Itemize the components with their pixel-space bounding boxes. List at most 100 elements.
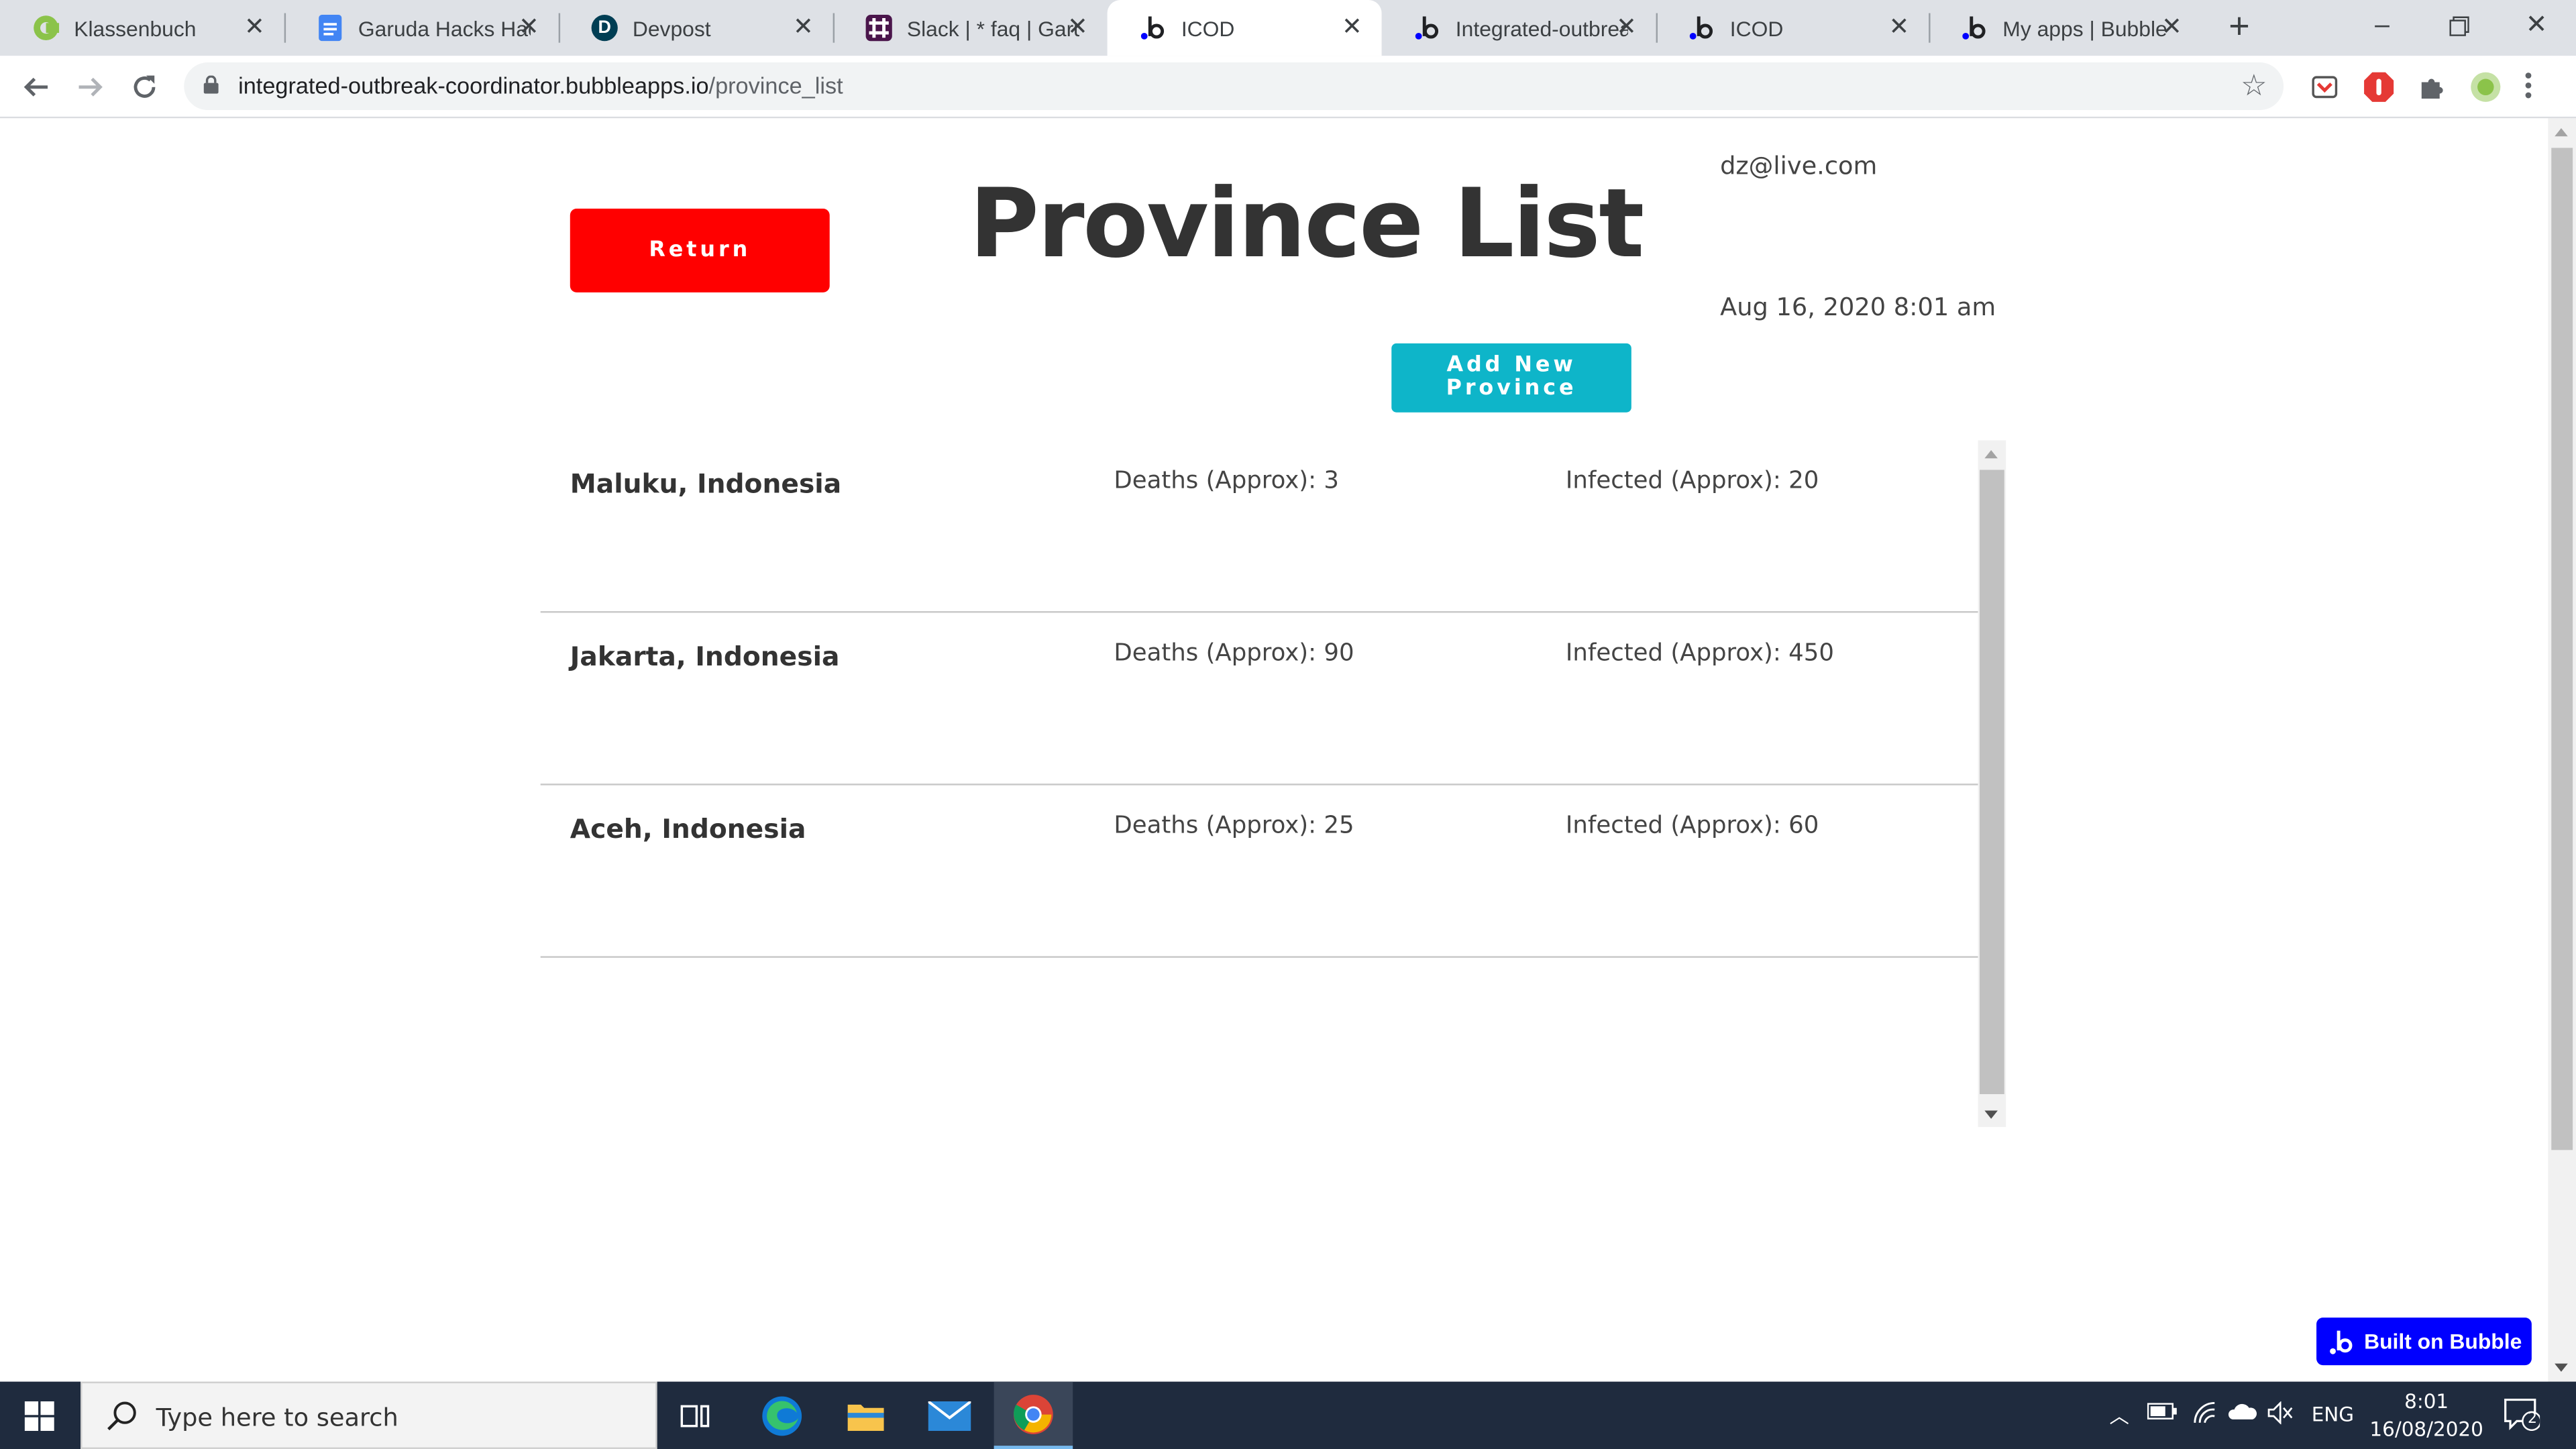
file-explorer-icon[interactable]	[826, 1382, 906, 1449]
url-text: integrated-outbreak-coordinator.bubbleap…	[238, 72, 843, 99]
wifi-icon[interactable]	[2192, 1401, 2218, 1430]
bubble-logo-icon	[2330, 1330, 2353, 1354]
list-item[interactable]: Maluku, Indonesia Deaths (Approx): 3 Inf…	[540, 440, 1978, 613]
bubble-icon	[1415, 15, 1441, 41]
notification-center-icon[interactable]: 2	[2504, 1398, 2542, 1432]
tab-klassenbuch[interactable]: Klassenbuch ✕	[0, 0, 286, 56]
scroll-down-arrow-icon[interactable]	[2555, 1363, 2568, 1372]
province-list: Maluku, Indonesia Deaths (Approx): 3 Inf…	[540, 440, 2006, 1128]
built-on-bubble-badge[interactable]: Built on Bubble	[2316, 1318, 2532, 1366]
page-scrollbar[interactable]	[2548, 118, 2576, 1382]
profile-avatar-icon[interactable]	[2469, 70, 2502, 103]
province-name: Maluku, Indonesia	[570, 468, 842, 500]
province-name: Jakarta, Indonesia	[570, 641, 840, 672]
windows-taskbar: Type here to search ︿ ENG 8:01 16/08/202…	[0, 1381, 2576, 1449]
province-deaths: Deaths (Approx): 25	[1114, 813, 1354, 840]
new-tab-plus-icon[interactable]: +	[2221, 7, 2257, 44]
forward-arrow-icon[interactable]	[70, 67, 110, 107]
taskbar-search-box[interactable]: Type here to search	[80, 1381, 657, 1449]
tab-title: Klassenbuch	[74, 15, 197, 41]
list-scrollbar[interactable]	[1978, 440, 2006, 1128]
tab-my-apps-bubble[interactable]: My apps | Bubble ✕	[1929, 0, 2202, 56]
province-infected: Infected (Approx): 20	[1565, 468, 1819, 495]
address-bar[interactable]: integrated-outbreak-coordinator.bubbleap…	[184, 62, 2284, 111]
taskbar-clock[interactable]: 8:01 16/08/2020	[2366, 1388, 2487, 1444]
minimize-icon[interactable]: –	[2349, 7, 2415, 46]
user-email: dz@live.com	[1720, 151, 1878, 181]
show-hidden-icons-chevron-icon[interactable]: ︿	[2109, 1401, 2129, 1430]
scroll-up-arrow-icon[interactable]	[1984, 450, 1998, 459]
tab-title: ICOD	[1181, 15, 1235, 41]
restore-icon[interactable]	[2426, 7, 2492, 46]
list-item[interactable]: Aceh, Indonesia Deaths (Approx): 25 Infe…	[540, 786, 1978, 958]
browser-toolbar: integrated-outbreak-coordinator.bubbleap…	[0, 56, 2576, 119]
tab-title: My apps | Bubble	[2002, 15, 2167, 41]
lock-icon	[203, 75, 219, 94]
onedrive-cloud-icon[interactable]	[2228, 1401, 2257, 1426]
chrome-menu-icon[interactable]	[2524, 70, 2540, 103]
tab-devpost[interactable]: D Devpost ✕	[559, 0, 835, 56]
search-placeholder: Type here to search	[156, 1403, 398, 1433]
clock-date: 16/08/2020	[2369, 1417, 2483, 1441]
reload-icon[interactable]	[125, 67, 164, 107]
list-item[interactable]: Jakarta, Indonesia Deaths (Approx): 90 I…	[540, 612, 1978, 786]
add-button-line1: Add New	[1446, 353, 1576, 378]
close-window-icon[interactable]: ✕	[2504, 7, 2569, 46]
page-scrollbar-thumb[interactable]	[2551, 148, 2573, 1150]
bookmark-star-icon[interactable]: ☆	[2241, 69, 2267, 103]
badge-label: Built on Bubble	[2364, 1329, 2522, 1354]
search-icon	[107, 1401, 136, 1431]
close-tab-icon[interactable]: ✕	[1613, 14, 1640, 41]
windows-start-button[interactable]	[0, 1382, 79, 1449]
bubble-icon	[1140, 15, 1167, 41]
close-tab-icon[interactable]: ✕	[2159, 14, 2185, 41]
windows-logo-icon	[24, 1401, 54, 1432]
scroll-up-arrow-icon[interactable]	[2555, 128, 2568, 137]
tab-garuda-hacks[interactable]: Garuda Hacks Hac ✕	[284, 0, 561, 56]
tab-title: Slack | * faq | Garu	[906, 15, 1079, 41]
devpost-icon: D	[591, 15, 618, 42]
tab-title: ICOD	[1729, 15, 1784, 41]
url-host: integrated-outbreak-coordinator.bubbleap…	[238, 72, 709, 99]
close-tab-icon[interactable]: ✕	[241, 14, 268, 41]
volume-muted-icon[interactable]	[2267, 1401, 2294, 1430]
close-tab-icon[interactable]: ✕	[1886, 14, 1912, 41]
page-content: Return Province List dz@live.com Aug 16,…	[0, 118, 2548, 1382]
extensions-puzzle-icon[interactable]	[2415, 70, 2448, 103]
province-infected: Infected (Approx): 60	[1565, 813, 1819, 840]
tab-icod-active[interactable]: ICOD ✕	[1107, 0, 1382, 56]
close-tab-icon[interactable]: ✕	[516, 14, 542, 41]
slack-icon	[865, 15, 892, 42]
bubble-icon	[1689, 15, 1715, 41]
browser-tab-strip: Klassenbuch ✕ Garuda Hacks Hac ✕ D Devpo…	[0, 0, 2576, 56]
list-scrollbar-thumb[interactable]	[1980, 470, 2004, 1095]
chrome-taskbar-icon[interactable]	[994, 1381, 1073, 1449]
notification-count: 2	[2528, 1411, 2538, 1428]
bubble-icon	[1962, 15, 1988, 41]
add-new-province-button[interactable]: Add New Province	[1391, 343, 1631, 413]
tab-slack[interactable]: Slack | * faq | Garu ✕	[833, 0, 1108, 56]
battery-icon[interactable]	[2147, 1401, 2177, 1426]
tab-icod[interactable]: ICOD ✕	[1656, 0, 1931, 56]
klassenbuch-icon	[33, 15, 60, 41]
tab-integrated-outbreak[interactable]: Integrated-outbrea ✕	[1382, 0, 1658, 56]
pocket-extension-icon[interactable]	[2308, 70, 2341, 103]
task-view-icon[interactable]	[657, 1382, 737, 1449]
add-button-line2: Province	[1446, 376, 1577, 401]
tab-title: Integrated-outbrea	[1455, 15, 1628, 41]
scroll-down-arrow-icon[interactable]	[1984, 1110, 1998, 1119]
language-indicator[interactable]: ENG	[2312, 1403, 2354, 1426]
url-path: /province_list	[708, 72, 843, 99]
page-title: Province List	[969, 167, 1644, 280]
adblock-extension-icon[interactable]	[2363, 70, 2396, 103]
province-deaths: Deaths (Approx): 3	[1114, 468, 1339, 495]
close-tab-icon[interactable]: ✕	[790, 14, 816, 41]
current-timestamp: Aug 16, 2020 8:01 am	[1720, 292, 1996, 323]
mail-icon[interactable]	[910, 1382, 989, 1449]
clock-time: 8:01	[2404, 1389, 2449, 1413]
edge-browser-icon[interactable]	[743, 1382, 822, 1449]
close-tab-icon[interactable]: ✕	[1339, 14, 1365, 41]
close-tab-icon[interactable]: ✕	[1065, 14, 1091, 41]
return-button[interactable]: Return	[570, 209, 830, 292]
back-arrow-icon[interactable]	[16, 67, 56, 107]
